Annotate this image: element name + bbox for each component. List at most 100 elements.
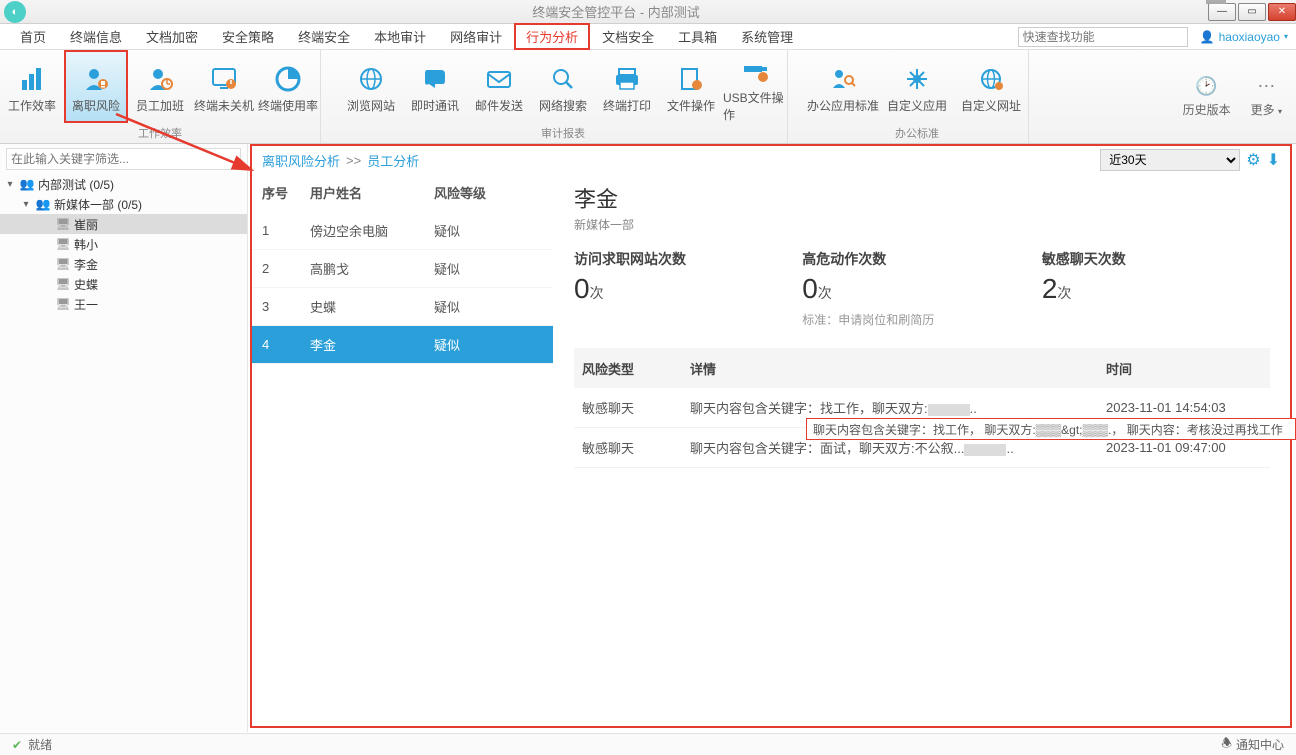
- menu-item-0[interactable]: 首页: [8, 23, 58, 50]
- stat-standard: 标准：申请岗位和刷简历: [802, 311, 1042, 328]
- tree-node[interactable]: 🖥崔丽: [0, 214, 247, 234]
- tree-node[interactable]: ▾👥新媒体一部 (0/5): [0, 194, 247, 214]
- expand-toggle[interactable]: ▾: [4, 179, 16, 190]
- menu-item-3[interactable]: 安全策略: [210, 23, 286, 50]
- tree-node[interactable]: 🖥史蝶: [0, 274, 247, 294]
- node-label: 王一: [74, 296, 98, 313]
- menu-item-6[interactable]: 网络审计: [438, 23, 514, 50]
- minimize-button[interactable]: —: [1208, 3, 1236, 21]
- menu-item-8[interactable]: 文档安全: [590, 23, 666, 50]
- node-icon: 🖥: [55, 257, 71, 271]
- ribbon-btn-即时通讯[interactable]: 即时通讯: [403, 50, 467, 123]
- ribbon-btn-终端使用率[interactable]: 终端使用率: [256, 50, 320, 123]
- ribbon-btn-label: 浏览网站: [347, 97, 395, 114]
- download-icon[interactable]: ⬇: [1267, 150, 1280, 170]
- ribbon-btn-文件操作[interactable]: 文件操作: [659, 50, 723, 123]
- ribbon-btn-自定义网址[interactable]: 自定义网址: [954, 50, 1028, 123]
- evt-header-detail: 详情: [690, 359, 1106, 378]
- user-icon: 👤: [1200, 30, 1215, 44]
- close-button[interactable]: ✕: [1268, 3, 1296, 21]
- ribbon-btn-终端未关机[interactable]: 终端未关机: [192, 50, 256, 123]
- quick-search-input[interactable]: [1018, 27, 1188, 47]
- stat-label: 敏感聊天次数: [1042, 249, 1270, 269]
- user-risk-row[interactable]: 4李金疑似: [252, 326, 553, 364]
- detail-user-name: 李金: [574, 182, 1270, 214]
- node-label: 崔丽: [74, 216, 98, 233]
- ribbon-btn-办公应用标准[interactable]: 办公应用标准: [806, 50, 880, 123]
- clock-icon: 🕑: [1195, 76, 1217, 97]
- node-label: 史蝶: [74, 276, 98, 293]
- ribbon-icon: [81, 65, 111, 93]
- menu-item-4[interactable]: 终端安全: [286, 23, 362, 50]
- notification-label: 通知中心: [1236, 736, 1284, 753]
- crumb-root[interactable]: 离职风险分析: [262, 151, 340, 170]
- tooltip-detail: 聊天内容包含关键字：找工作， 聊天双方:▒▒▒&gt;▒▒▒.， 聊天内容：考核…: [806, 418, 1296, 440]
- preview-thumbnail: [1206, 0, 1226, 4]
- ribbon-btn-label: 办公应用标准: [807, 97, 879, 114]
- node-icon: 👥: [19, 177, 35, 191]
- tree-node[interactable]: 🖥王一: [0, 294, 247, 314]
- ribbon-btn-工作效率[interactable]: 工作效率: [0, 50, 64, 123]
- menu-item-10[interactable]: 系统管理: [729, 23, 805, 50]
- ribbon-btn-label: 员工加班: [136, 97, 184, 114]
- ribbon-btn-USB文件操作[interactable]: USB文件操作: [723, 50, 787, 123]
- cell-name: 高鹏戈: [310, 259, 434, 278]
- gear-icon[interactable]: ⚙: [1246, 150, 1260, 170]
- ribbon-btn-邮件发送[interactable]: 邮件发送: [467, 50, 531, 123]
- status-bar: ✔ 就绪 🕭 通知中心: [0, 733, 1296, 755]
- notification-center[interactable]: 🕭 通知中心: [1221, 734, 1284, 755]
- cell-name: 史蝶: [310, 297, 434, 316]
- ribbon-icon: [740, 57, 770, 85]
- ribbon-btn-label: 离职风险: [72, 97, 120, 114]
- ribbon-btn-离职风险[interactable]: 离职风险: [64, 50, 128, 123]
- ribbon-btn-网络搜索[interactable]: 网络搜索: [531, 50, 595, 123]
- more-button[interactable]: ⋯ 更多 ▾: [1251, 76, 1282, 118]
- tree-node[interactable]: 🖥韩小: [0, 234, 247, 254]
- cell-level: 疑似: [434, 221, 543, 240]
- ribbon-btn-label: 网络搜索: [539, 97, 587, 114]
- node-label: 韩小: [74, 236, 98, 253]
- ribbon-toolbar: 工作效率离职风险员工加班终端未关机终端使用率工作效率浏览网站即时通讯邮件发送网络…: [0, 50, 1296, 144]
- user-risk-row[interactable]: 2高鹏戈疑似: [252, 250, 553, 288]
- menu-item-1[interactable]: 终端信息: [58, 23, 134, 50]
- cell-index: 3: [262, 299, 310, 314]
- bell-icon: 🕭: [1221, 734, 1232, 755]
- cell-name: 傍边空余电脑: [310, 221, 434, 240]
- user-risk-row[interactable]: 1傍边空余电脑疑似: [252, 212, 553, 250]
- ribbon-btn-员工加班[interactable]: 员工加班: [128, 50, 192, 123]
- history-button[interactable]: 🕑 历史版本: [1183, 76, 1231, 118]
- date-range-select[interactable]: 近30天: [1100, 149, 1240, 171]
- tree-node[interactable]: 🖥李金: [0, 254, 247, 274]
- ribbon-btn-终端打印[interactable]: 终端打印: [595, 50, 659, 123]
- cell-name: 李金: [310, 335, 434, 354]
- evt-time: 2023-11-01 14:54:03: [1106, 400, 1262, 415]
- ribbon-icon: [17, 65, 47, 93]
- user-risk-row[interactable]: 3史蝶疑似: [252, 288, 553, 326]
- more-label: 更多: [1251, 103, 1275, 117]
- menu-item-7[interactable]: 行为分析: [514, 23, 590, 50]
- ribbon-btn-label: 自定义网址: [961, 97, 1021, 114]
- stat-value: 0次: [802, 273, 1042, 305]
- stat-block: 高危动作次数 0次标准：申请岗位和刷简历: [802, 249, 1042, 328]
- stat-label: 高危动作次数: [802, 249, 1042, 269]
- menu-item-9[interactable]: 工具箱: [666, 23, 729, 50]
- crumb-current[interactable]: 员工分析: [367, 151, 419, 170]
- user-menu[interactable]: 👤haoxiaoyao▾: [1200, 30, 1288, 44]
- maximize-button[interactable]: ▭: [1238, 3, 1266, 21]
- app-icon: ◐: [4, 1, 26, 23]
- history-label: 历史版本: [1183, 101, 1231, 118]
- sidebar-filter-input[interactable]: [6, 148, 241, 170]
- device-tree: ▾👥内部测试 (0/5)▾👥新媒体一部 (0/5)🖥崔丽🖥韩小🖥李金🖥史蝶🖥王一: [0, 172, 247, 732]
- ribbon-btn-label: 文件操作: [667, 97, 715, 114]
- ribbon-btn-label: 自定义应用: [887, 97, 947, 114]
- ribbon-btn-浏览网站[interactable]: 浏览网站: [339, 50, 403, 123]
- ribbon-icon: [828, 65, 858, 93]
- ribbon-btn-自定义应用[interactable]: 自定义应用: [880, 50, 954, 123]
- menu-item-2[interactable]: 文档加密: [134, 23, 210, 50]
- menu-item-5[interactable]: 本地审计: [362, 23, 438, 50]
- ribbon-icon: [902, 65, 932, 93]
- cell-level: 疑似: [434, 297, 543, 316]
- expand-toggle[interactable]: ▾: [20, 199, 32, 210]
- tree-node[interactable]: ▾👥内部测试 (0/5): [0, 174, 247, 194]
- sidebar: ▾👥内部测试 (0/5)▾👥新媒体一部 (0/5)🖥崔丽🖥韩小🖥李金🖥史蝶🖥王一: [0, 144, 248, 732]
